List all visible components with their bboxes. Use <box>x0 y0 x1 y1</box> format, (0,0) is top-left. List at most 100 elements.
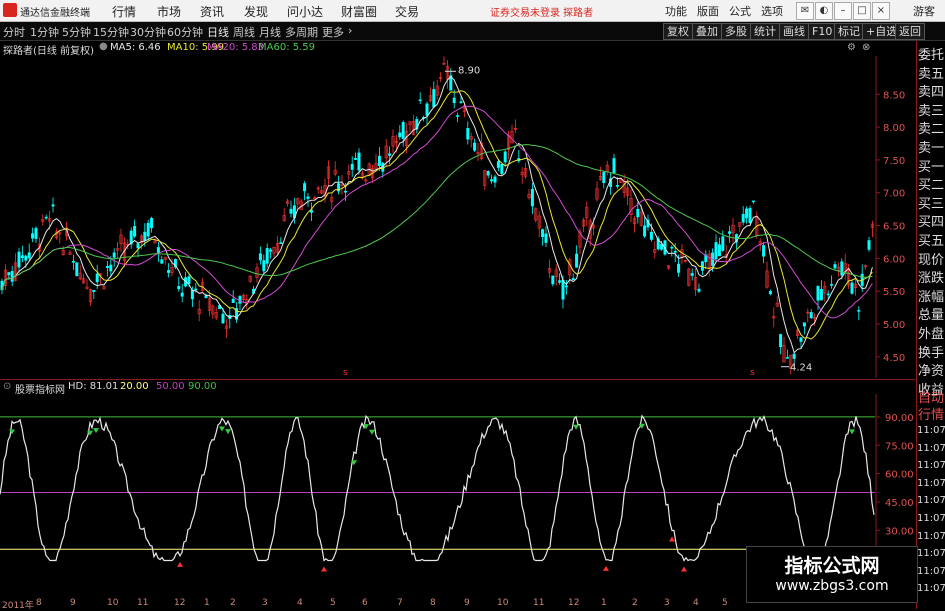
date-tick-label: 9 <box>70 598 76 608</box>
adjust-button[interactable]: 复权 <box>663 23 693 40</box>
menu-function[interactable]: 功能 <box>665 3 687 19</box>
menu-layout[interactable]: 版面 <box>697 3 719 19</box>
side-quote-item[interactable]: 买一 <box>917 156 945 175</box>
side-auto-quote[interactable]: 行情 <box>917 404 945 423</box>
date-tick-label: 5 <box>722 598 728 608</box>
side-time-item: 11:07 <box>917 460 945 472</box>
side-quote-item[interactable]: 买五 <box>917 230 945 249</box>
multi-stock-button[interactable]: 多股 <box>721 23 751 40</box>
menu-market[interactable]: 市场 <box>157 3 181 20</box>
back-button[interactable]: 返回 <box>895 23 925 40</box>
side-quote-item[interactable]: 卖二 <box>917 118 945 137</box>
ma20-label: MA20: 5.83 <box>207 42 265 53</box>
side-quote-item[interactable]: 买二 <box>917 174 945 193</box>
side-quote-item[interactable]: 总量 <box>917 304 945 323</box>
tf-5min[interactable]: 5分钟 <box>62 24 91 40</box>
side-quote-item[interactable]: 现价 <box>917 249 945 268</box>
tf-weekly[interactable]: 周线 <box>233 24 255 40</box>
settings-circle-icon[interactable]: ● <box>99 41 108 52</box>
maximize-icon[interactable]: □ <box>853 2 871 20</box>
app-logo-icon <box>3 3 17 17</box>
tf-30min[interactable]: 30分钟 <box>130 24 166 40</box>
side-time-item: 11:07 <box>917 495 945 507</box>
chart-close-icon[interactable]: ⊗ <box>862 42 870 53</box>
menu-ask[interactable]: 问小达 <box>287 3 323 20</box>
menu-trade[interactable]: 交易 <box>395 3 419 20</box>
indicator-tick-label: 75.00 <box>885 441 914 452</box>
period-toolbar: 分时 1分钟 5分钟 15分钟 30分钟 60分钟 日线 周线 月线 多周期 更… <box>0 22 945 41</box>
side-quote-item[interactable]: 买三 <box>917 193 945 212</box>
side-time-item: 11:07 <box>917 442 945 454</box>
side-quote-item[interactable]: 卖一 <box>917 137 945 156</box>
date-tick-label: 10 <box>107 598 119 608</box>
overlay-button[interactable]: 叠加 <box>692 23 722 40</box>
side-quote-item[interactable]: 买四 <box>917 211 945 230</box>
tf-daily[interactable]: 日线 <box>207 24 229 40</box>
indicator-tick-label: 90.00 <box>885 413 914 424</box>
date-tick-label: 9 <box>464 598 470 608</box>
quote-side-panel: 委托 卖五 卖四 卖三 卖二 卖一 买一 买二 买三 买四 买五 现价 涨跌 涨幅 总量 外盘 换手 净资 收益 自动… <box>916 41 945 609</box>
menu-discover[interactable]: 发现 <box>244 3 268 20</box>
date-tick-label: 12 <box>174 598 186 608</box>
side-quote-item[interactable]: 外盘 <box>917 323 945 342</box>
date-tick-label: 4 <box>297 598 303 608</box>
side-time-item: 11:07 <box>917 513 945 524</box>
tf-multi[interactable]: 多周期 <box>285 24 318 40</box>
menu-quotes[interactable]: 行情 <box>112 3 136 20</box>
high-price-label: 8.90 <box>458 65 480 76</box>
chart-settings-icon[interactable]: ⚙ <box>847 42 856 53</box>
price-tick-label: 8.00 <box>883 123 905 134</box>
tf-15min[interactable]: 15分钟 <box>93 24 129 40</box>
mark-button[interactable]: 标记 <box>834 23 864 40</box>
tf-more[interactable]: 更多 <box>322 24 344 40</box>
side-quote-item[interactable]: 换手 <box>917 342 945 361</box>
tf-intraday[interactable]: 分时 <box>3 24 25 40</box>
login-warning[interactable]: 证券交易未登录 探路者 <box>490 4 593 19</box>
side-quote-item[interactable]: 委托 <box>917 44 945 63</box>
watermark-title: 指标公式网 <box>784 555 880 577</box>
price-tick-label: 5.50 <box>883 287 905 298</box>
skin-icon[interactable]: ◐ <box>815 2 833 20</box>
menu-options[interactable]: 选项 <box>761 3 783 19</box>
date-tick-label: 10 <box>497 598 509 608</box>
more-arrow-icon[interactable]: › <box>348 24 352 37</box>
indicator-settings-icon[interactable]: ⊙ <box>3 381 11 392</box>
menu-news[interactable]: 资讯 <box>200 3 224 20</box>
watermark-url: www.zbgs3.com <box>775 578 889 594</box>
side-quote-item[interactable]: 卖五 <box>917 63 945 82</box>
menu-formula[interactable]: 公式 <box>729 3 751 19</box>
tf-monthly[interactable]: 月线 <box>259 24 281 40</box>
f10-button[interactable]: F10 <box>808 23 837 40</box>
price-tick-label: 4.50 <box>883 353 905 364</box>
date-tick-label: 6 <box>362 598 368 608</box>
tf-60min[interactable]: 60分钟 <box>167 24 203 40</box>
price-tick-label: 5.00 <box>883 320 905 331</box>
indicator-info-bar: ⊙ 股票指标网 HD: 81.01 20.00 50.00 90.00 <box>0 379 915 396</box>
side-time-item: 11:07 <box>917 583 945 595</box>
side-quote-item[interactable]: 净资 <box>917 360 945 379</box>
side-quote-item[interactable]: 卖四 <box>917 81 945 100</box>
side-time-item: 11:07 <box>917 548 945 560</box>
date-tick-label: 11 <box>137 598 149 608</box>
close-icon[interactable]: × <box>872 2 890 20</box>
minimize-icon[interactable]: – <box>834 2 852 20</box>
indicator-tick-label: 60.00 <box>885 470 914 481</box>
side-quote-item[interactable]: 卖三 <box>917 100 945 119</box>
date-tick-label: 2 <box>632 598 638 608</box>
level-90-label: 90.00 <box>188 381 217 392</box>
user-guest[interactable]: 游客 <box>913 3 935 19</box>
menu-wealth[interactable]: 财富圈 <box>341 3 377 20</box>
stats-button[interactable]: 统计 <box>750 23 780 40</box>
side-quote-item[interactable]: 涨幅 <box>917 286 945 305</box>
candlestick-chart[interactable]: 8.50 8.00 7.50 7.00 6.50 6.00 5.50 5.00 4.50 8.9… <box>0 56 915 378</box>
ma60-label: MA60: 5.59 <box>258 42 316 53</box>
candle <box>748 205 752 225</box>
tf-1min[interactable]: 1分钟 <box>30 24 59 40</box>
level-50-label: 50.00 <box>156 381 185 392</box>
date-tick-label: 11 <box>533 598 545 608</box>
date-tick-label: 12 <box>568 598 580 608</box>
draw-button[interactable]: 画线 <box>779 23 809 40</box>
message-icon[interactable]: ✉ <box>796 2 814 20</box>
side-quote-item[interactable]: 涨跌 <box>917 267 945 286</box>
stock-label: 探路者(日线 前复权) <box>3 46 94 57</box>
